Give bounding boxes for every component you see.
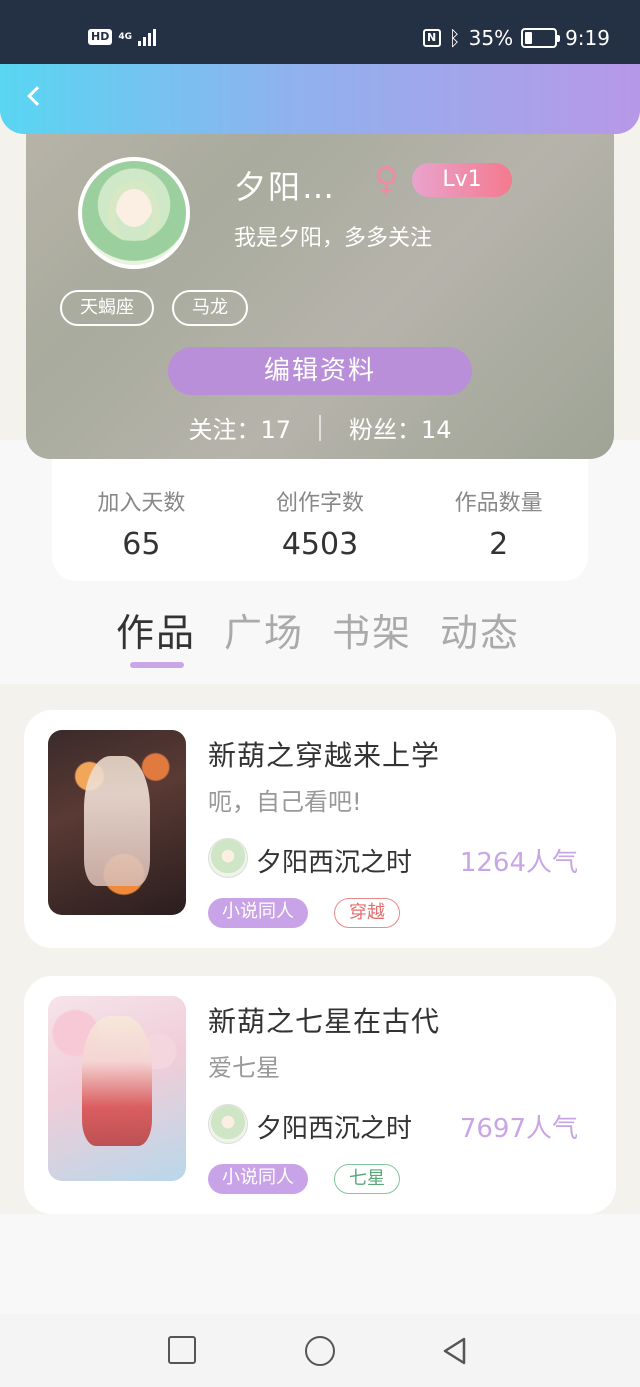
popularity: 7697人气 — [459, 1114, 578, 1144]
fans-count: 14 — [421, 416, 452, 444]
stat-value: 65 — [122, 527, 161, 562]
network-type: 4G — [118, 31, 132, 42]
stat-value: 4503 — [281, 527, 359, 562]
following-stat[interactable]: 关注：17 — [188, 410, 291, 445]
level-badge: Lv1 — [412, 163, 512, 197]
author-name: 夕阳西沉之时 — [256, 848, 413, 878]
stat-label: 加入天数 — [97, 491, 186, 516]
work-card[interactable]: 新葫之七星在古代 爱七星 夕阳西沉之时 7697人气 小说同人 七星 — [24, 976, 616, 1214]
work-cover[interactable] — [48, 996, 186, 1181]
tab-works[interactable]: 作品 — [116, 602, 196, 657]
tag-chip: 七星 — [334, 1164, 400, 1194]
battery-percent: 35% — [468, 26, 514, 50]
edit-profile-button[interactable]: 编辑资料 — [168, 347, 472, 395]
hd-badge: HD — [88, 29, 113, 45]
work-title: 新葫之七星在古代 — [208, 1005, 441, 1038]
tab-bar: 作品 广场 书架 动态 — [116, 602, 520, 657]
author-name: 夕阳西沉之时 — [256, 1114, 413, 1144]
tag-idol: 马龙 — [172, 290, 248, 326]
profile-tags: 天蝎座 马龙 — [60, 290, 248, 326]
avatar-face — [117, 189, 151, 227]
author-avatar — [208, 838, 248, 878]
profile-card: 夕阳… ♀ Lv1 我是夕阳，多多关注 天蝎座 马龙 编辑资料 关注：17 粉丝… — [26, 100, 614, 459]
work-cover[interactable] — [48, 730, 186, 915]
bio: 我是夕阳，多多关注 — [234, 226, 433, 251]
tab-square[interactable]: 广场 — [224, 602, 304, 657]
work-title: 新葫之穿越来上学 — [208, 739, 441, 772]
following-label: 关注： — [188, 416, 261, 444]
author-avatar — [208, 1104, 248, 1144]
tag-zodiac: 天蝎座 — [60, 290, 154, 326]
status-right: N ᛒ 35% 9:19 — [422, 26, 610, 50]
battery-level — [525, 32, 533, 44]
clock: 9:19 — [565, 26, 610, 50]
system-nav-bar — [0, 1314, 640, 1387]
stat-word-count: 创作字数 4503 — [231, 459, 410, 581]
bluetooth-icon: ᛒ — [448, 26, 461, 50]
fans-label: 粉丝： — [349, 416, 421, 444]
stat-label: 作品数量 — [454, 491, 543, 516]
list-footer-space — [0, 1214, 640, 1314]
home-circle-icon[interactable] — [305, 1336, 335, 1366]
stat-label: 创作字数 — [276, 491, 365, 516]
stat-works-count: 作品数量 2 — [409, 459, 588, 581]
work-description: 呃，自己看吧! — [208, 788, 362, 816]
nfc-icon: N — [422, 29, 441, 47]
category-chip: 小说同人 — [208, 1164, 308, 1194]
status-left: HD 4G — [88, 28, 156, 46]
fans-stat[interactable]: 粉丝：14 — [349, 410, 452, 445]
back-arrow-icon[interactable] — [22, 82, 52, 112]
active-tab-indicator — [130, 662, 184, 668]
category-chip: 小说同人 — [208, 898, 308, 928]
top-header — [0, 64, 640, 134]
follow-row: 关注：17 粉丝：14 — [26, 410, 614, 445]
stat-value: 2 — [489, 527, 509, 562]
tab-activity[interactable]: 动态 — [440, 602, 520, 657]
battery-icon — [521, 28, 561, 48]
tag-chip: 穿越 — [334, 898, 400, 928]
following-count: 17 — [260, 416, 291, 444]
female-icon: ♀ — [374, 160, 399, 200]
tab-bookshelf[interactable]: 书架 — [332, 602, 412, 657]
work-card[interactable]: 新葫之穿越来上学 呃，自己看吧! 夕阳西沉之时 1264人气 小说同人 穿越 — [24, 710, 616, 948]
work-description: 爱七星 — [208, 1054, 280, 1082]
signal-icon — [138, 28, 156, 46]
popularity: 1264人气 — [459, 848, 578, 878]
follow-divider — [319, 414, 321, 441]
back-triangle-icon[interactable] — [440, 1336, 470, 1366]
nickname: 夕阳… — [234, 168, 337, 206]
status-bar: HD 4G N ᛒ 35% 9:19 — [0, 0, 640, 64]
works-list: 新葫之穿越来上学 呃，自己看吧! 夕阳西沉之时 1264人气 小说同人 穿越 新… — [0, 684, 640, 1214]
stats-panel: 加入天数 65 创作字数 4503 作品数量 2 — [52, 459, 588, 581]
recents-square-icon[interactable] — [168, 1336, 196, 1364]
avatar[interactable] — [78, 157, 190, 269]
stat-join-days: 加入天数 65 — [52, 459, 231, 581]
